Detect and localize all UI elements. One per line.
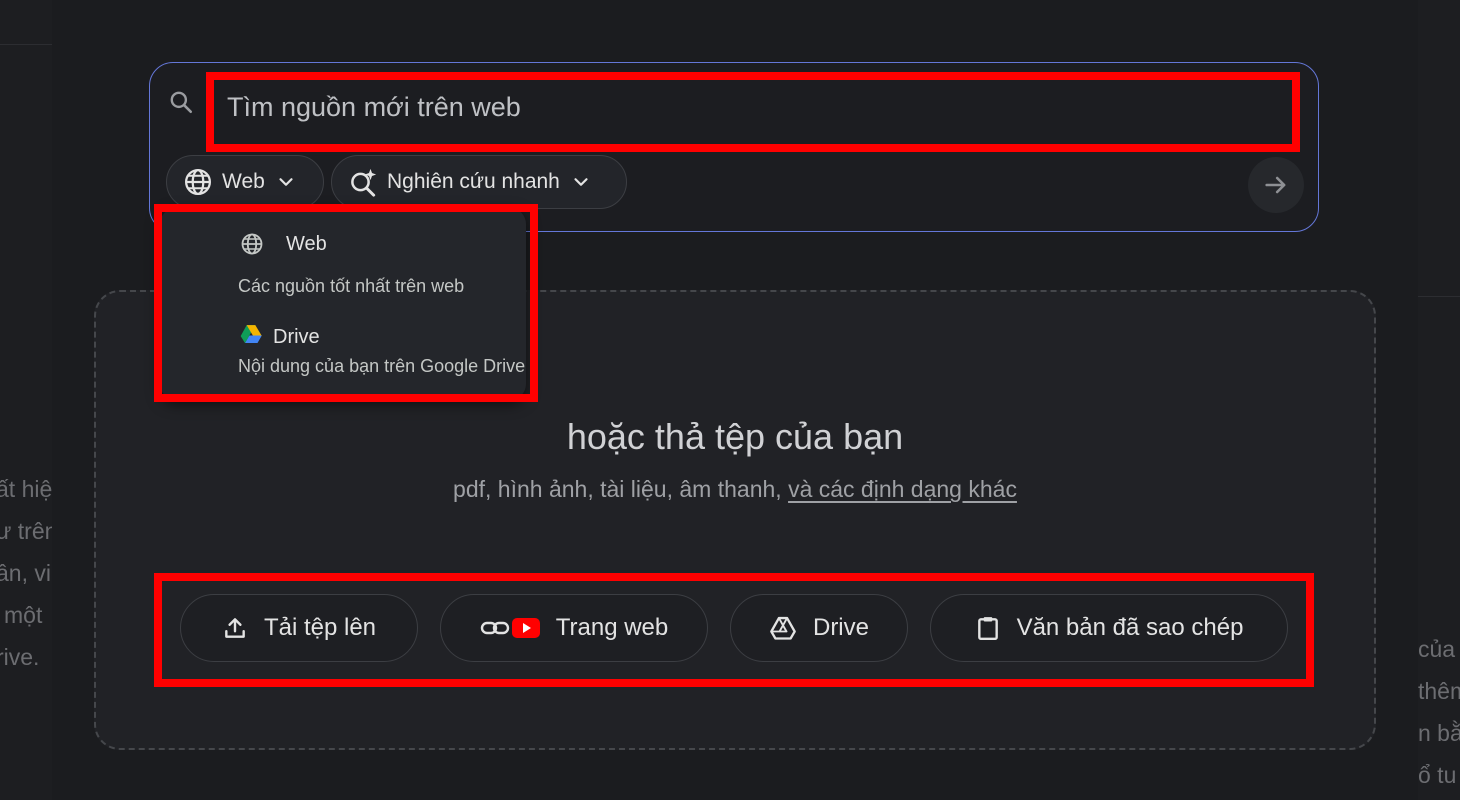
menu-item-title: Drive [273,326,320,348]
background-left-panel [0,0,52,800]
background-divider [1418,296,1460,297]
arrow-right-icon [1265,176,1286,194]
menu-item-description: Nội dung của bạn trên Google Drive [238,356,526,376]
website-source-label: Trang web [555,614,669,641]
background-line: rive. [0,644,40,670]
research-mode-label: Nghiên cứu nhanh [387,170,560,193]
more-formats-link[interactable]: và các định dạng khác [788,476,1017,502]
background-line: của [1418,636,1456,662]
search-box: Web Nghiên cứu nhanh [149,62,1319,232]
paste-text-button[interactable]: Văn bản đã sao chép [930,594,1288,662]
background-line: ần, vi [0,560,51,586]
globe-icon [185,169,211,195]
menu-item-title: Web [286,233,327,255]
background-text-left: ất hiệ ư trên ần, vi một rive. [0,468,52,678]
submit-search-button[interactable] [1248,157,1304,213]
menu-item-web[interactable]: Web Các nguồn tốt nhất trên web [160,208,526,304]
paste-text-label: Văn bản đã sao chép [1016,614,1244,641]
source-type-dropdown[interactable]: Web [166,155,324,209]
source-type-label: Web [222,170,265,193]
upload-icon [225,618,245,638]
globe-icon [241,233,263,255]
menu-item-description: Các nguồn tốt nhất trên web [238,276,465,296]
drive-source-button[interactable]: Drive [730,594,908,662]
supported-formats-text: pdf, hình ảnh, tài liệu, âm thanh, [453,476,782,502]
upload-file-button[interactable]: Tải tệp lên [180,594,418,662]
google-drive-icon [240,325,262,344]
drive-icon [770,616,796,640]
drive-source-label: Drive [812,614,869,641]
background-line: ổ tu [1418,762,1457,788]
research-mode-dropdown[interactable]: Nghiên cứu nhanh [331,155,627,209]
background-line: ư trên [0,518,52,544]
background-line: ất hiệ [0,476,52,502]
chevron-down-icon [279,178,293,186]
background-line: một [4,602,43,628]
source-type-menu: Web Các nguồn tốt nhất trên web Drive Nộ… [160,208,526,400]
background-text-right: của thêm n bằ ổ tu [1418,628,1460,796]
link-icon [480,621,509,635]
chevron-down-icon [574,178,588,186]
add-source-dialog: Web Nghiên cứu nhanh hoặc thả tệp của bạ… [52,0,1418,800]
search-input[interactable] [208,76,1288,138]
website-source-button[interactable]: Trang web [440,594,708,662]
drop-zone-subtitle: pdf, hình ảnh, tài liệu, âm thanh, và cá… [96,476,1374,503]
menu-item-drive[interactable]: Drive Nội dung của bạn trên Google Drive [160,312,526,392]
background-line: thêm [1418,678,1460,704]
drop-zone-title: hoặc thả tệp của bạn [566,416,904,457]
search-icon [170,91,193,114]
background-divider [0,44,52,45]
clipboard-icon [977,617,998,641]
sparkle-search-icon [351,168,377,197]
upload-file-label: Tải tệp lên [263,614,377,641]
background-line: n bằ [1418,720,1460,746]
youtube-icon [511,618,540,638]
